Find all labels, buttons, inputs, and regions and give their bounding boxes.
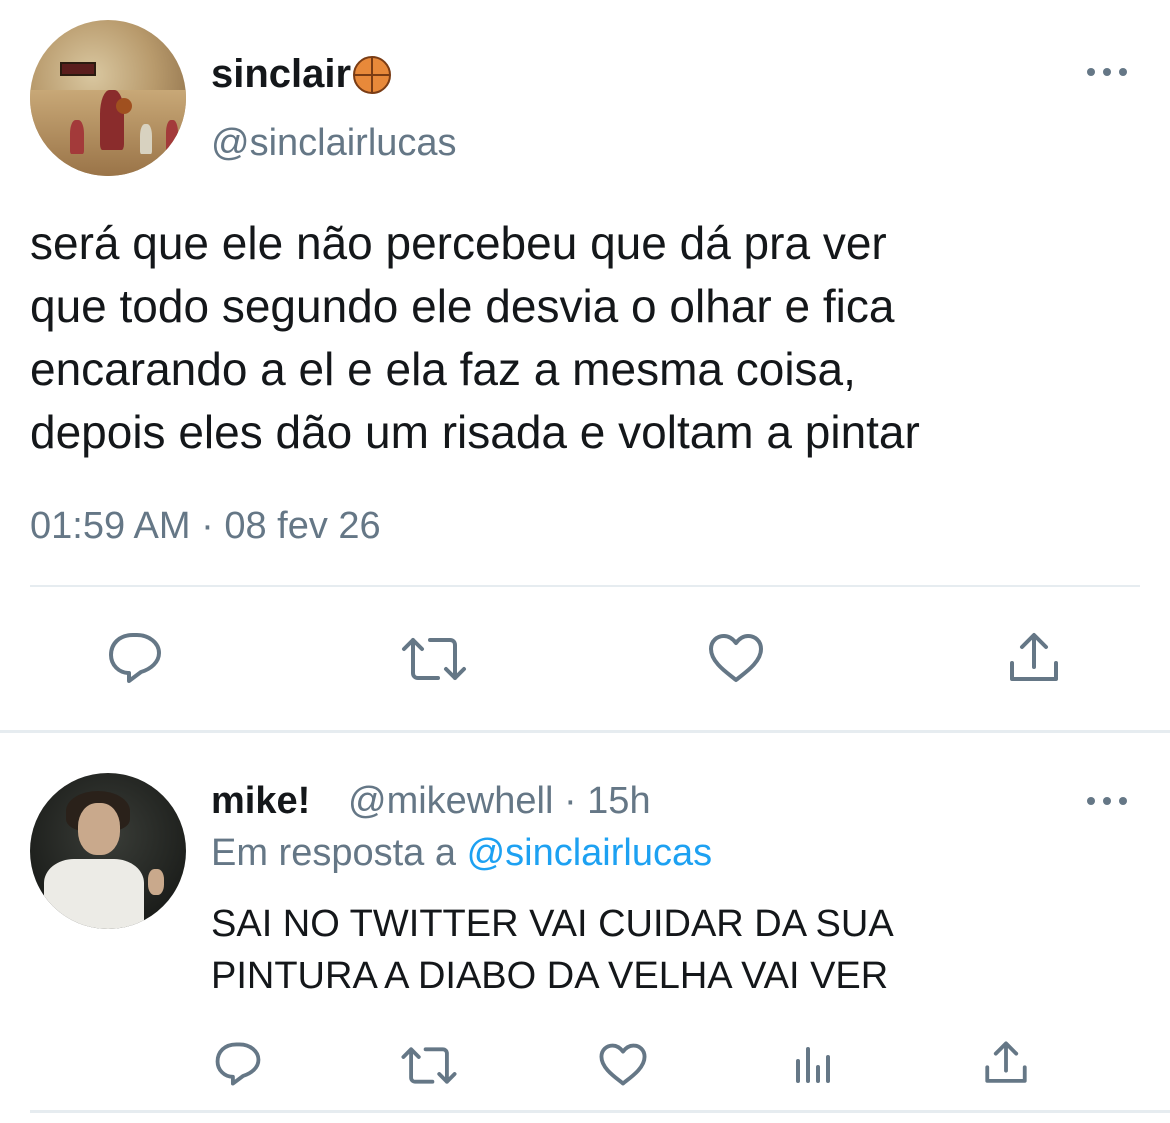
display-name-text: sinclair: [211, 52, 352, 96]
bottom-divider: [30, 1110, 1170, 1113]
reply-icon[interactable]: [105, 630, 165, 686]
display-name[interactable]: sinclair: [211, 52, 392, 97]
share-icon[interactable]: [1005, 630, 1063, 686]
reply-to-prefix: Em resposta a: [211, 832, 467, 874]
reply-to-mention[interactable]: @sinclairlucas: [467, 832, 713, 874]
like-icon[interactable]: [706, 630, 766, 686]
analytics-icon[interactable]: [793, 1042, 833, 1086]
tweet-text: será que ele não percebeu que dá pra ver…: [30, 217, 920, 458]
reply-reply-icon[interactable]: [212, 1040, 264, 1088]
reply-share-icon[interactable]: [982, 1040, 1030, 1086]
reply-display-name[interactable]: mike!: [211, 780, 310, 823]
avatar[interactable]: [30, 20, 186, 176]
reply-retweet-icon[interactable]: [400, 1044, 458, 1086]
reply-more-options-icon[interactable]: [1087, 795, 1127, 807]
main-tweet: sinclair @sinclairlucas será que ele não…: [0, 0, 1170, 730]
reply-avatar[interactable]: [30, 773, 186, 929]
basketball-icon: [353, 55, 392, 94]
reply-text: SAI NO TWITTER VAI CUIDAR DA SUA PINTURA…: [211, 903, 894, 997]
more-options-icon[interactable]: [1087, 66, 1127, 78]
reply-to-line: Em resposta a @sinclairlucas: [211, 832, 712, 875]
user-handle[interactable]: @sinclairlucas: [211, 122, 457, 165]
reply-like-icon[interactable]: [597, 1040, 649, 1088]
tweet-thread: sinclair @sinclairlucas será que ele não…: [0, 0, 1170, 1123]
section-divider: [0, 730, 1170, 733]
reply-handle-time[interactable]: @mikewhell · 15h: [348, 780, 651, 823]
divider: [30, 585, 1140, 587]
retweet-icon[interactable]: [400, 634, 468, 684]
timestamp[interactable]: 01:59 AM · 08 fev 26: [30, 505, 381, 548]
